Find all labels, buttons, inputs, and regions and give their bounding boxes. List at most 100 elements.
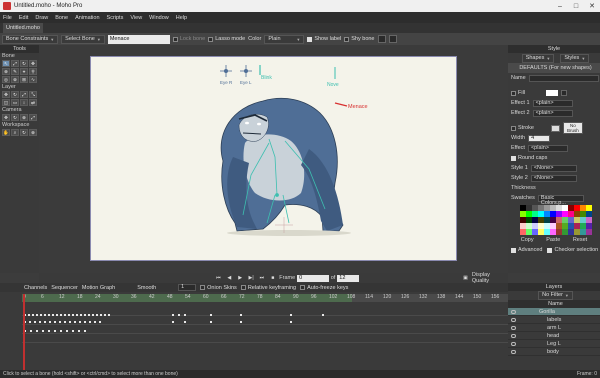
style-name-field[interactable] (528, 74, 599, 82)
total-frames-input[interactable]: 12 (337, 274, 359, 282)
layer-row[interactable]: body (508, 348, 600, 356)
keyframe[interactable] (28, 314, 30, 316)
bone-color-dropdown[interactable]: Plain ▼ (264, 34, 305, 44)
relative-keyframing-checkbox[interactable]: Relative keyframing (240, 285, 296, 291)
effect1-dropdown[interactable]: <plain> (532, 99, 573, 107)
go-to-end-button[interactable]: ⏭ (258, 275, 267, 282)
keyframe[interactable] (49, 321, 51, 323)
keyframe[interactable] (36, 314, 38, 316)
copy-button[interactable]: Copy (521, 237, 534, 243)
keyframe[interactable] (184, 321, 186, 323)
eye-icon[interactable] (511, 318, 516, 322)
layer-row[interactable]: head (508, 332, 600, 340)
keyframe[interactable] (84, 330, 86, 332)
layer-row[interactable]: labels (508, 316, 600, 324)
menace-bone[interactable] (334, 102, 348, 107)
tab-sequencer[interactable]: Sequencer (51, 285, 78, 291)
color-swatch[interactable] (586, 229, 592, 235)
keyframe[interactable] (78, 330, 80, 332)
layer-tool-4-icon[interactable]: ◫ (2, 99, 10, 106)
workspace-tool-3-icon[interactable]: ⊕ (29, 129, 37, 136)
fill-picker-icon[interactable] (561, 90, 568, 96)
keyframe[interactable] (290, 314, 292, 316)
menu-animation[interactable]: Animation (75, 15, 99, 21)
tab-channels[interactable]: Channels (24, 285, 47, 291)
bone-tool-5-icon[interactable]: ✎ (11, 68, 19, 75)
eye-icon[interactable] (511, 350, 516, 354)
onion-skins-checkbox[interactable]: Onion Skins (200, 285, 237, 291)
fill-checkbox[interactable]: Fill (511, 90, 525, 96)
step-field[interactable]: 1 (178, 284, 197, 291)
keyframe[interactable] (39, 321, 41, 323)
gorilla-character[interactable] (220, 97, 351, 236)
layer-tool-5-icon[interactable]: ▭ (11, 99, 19, 106)
keyframe[interactable] (104, 314, 106, 316)
keyframe[interactable] (60, 314, 62, 316)
lock-bone-checkbox[interactable]: Lock bone (172, 36, 205, 42)
timeline-track-3[interactable] (22, 325, 508, 334)
effect2-dropdown[interactable]: <plain> (532, 109, 573, 117)
keyframe[interactable] (52, 314, 54, 316)
keyframe[interactable] (210, 314, 212, 316)
keyframe[interactable] (172, 321, 174, 323)
keyframe[interactable] (290, 321, 292, 323)
layer-tool-0-icon[interactable]: ✥ (2, 91, 10, 98)
stroke-color-swatch[interactable] (550, 124, 560, 132)
close-button[interactable]: ✕ (584, 0, 600, 12)
keyframe[interactable] (240, 314, 242, 316)
tab-motion-graph[interactable]: Motion Graph (82, 285, 115, 291)
keyframe[interactable] (30, 330, 32, 332)
keyframe[interactable] (74, 321, 76, 323)
swatch-grid[interactable] (520, 205, 592, 235)
show-label-checkbox[interactable]: Show label (307, 36, 341, 42)
keyframe[interactable] (94, 321, 96, 323)
keyframe[interactable] (96, 314, 98, 316)
bone-tool-8-icon[interactable]: ◎ (2, 76, 10, 83)
keyframe[interactable] (76, 314, 78, 316)
keyframe[interactable] (48, 314, 50, 316)
layer-row[interactable]: Leg L (508, 340, 600, 348)
advanced-checkbox[interactable]: Advanced (511, 247, 542, 253)
checker-selection-checkbox[interactable]: Checker selection (547, 247, 598, 253)
bone-options-icon[interactable] (377, 35, 386, 43)
step-back-button[interactable]: ◀ (225, 275, 234, 282)
layer-tool-7-icon[interactable]: ⇄ (29, 99, 37, 106)
keyframe[interactable] (172, 314, 174, 316)
workspace-tool-0-icon[interactable]: ✋ (2, 129, 10, 136)
playhead[interactable] (23, 294, 25, 370)
keyframe[interactable] (29, 321, 31, 323)
no-brush-button[interactable]: No Brush (562, 122, 583, 134)
keyframe[interactable] (92, 314, 94, 316)
style2-dropdown[interactable]: <None> (530, 174, 577, 182)
go-to-start-button[interactable]: ⏮ (214, 275, 223, 282)
keyframe[interactable] (66, 330, 68, 332)
swatches-dropdown[interactable]: Basic Colors.p... (537, 194, 584, 205)
keyframe[interactable] (108, 314, 110, 316)
keyframe[interactable] (84, 321, 86, 323)
layer-row[interactable]: arm L (508, 324, 600, 332)
stop-button[interactable]: ■ (268, 275, 277, 282)
keyframe[interactable] (54, 321, 56, 323)
minimize-button[interactable]: – (552, 0, 568, 12)
camera-tool-3-icon[interactable]: ⤢ (29, 114, 37, 121)
keyframe[interactable] (72, 330, 74, 332)
workspace-tool-1-icon[interactable]: ⌕ (11, 129, 19, 136)
keyframe[interactable] (64, 314, 66, 316)
keyframe[interactable] (54, 330, 56, 332)
interpolation-dropdown[interactable]: Smooth (137, 285, 156, 291)
menu-draw[interactable]: Draw (35, 15, 48, 21)
keyframe[interactable] (32, 314, 34, 316)
bone-name-field[interactable]: Menace (107, 34, 170, 44)
keyframe[interactable] (60, 330, 62, 332)
bone-tool-1-icon[interactable]: ⤢ (11, 60, 19, 67)
fill-color-swatch[interactable] (546, 90, 559, 96)
bone-tool-7-icon[interactable]: ⚲ (29, 68, 37, 75)
keyframe[interactable] (36, 330, 38, 332)
timeline-ruler[interactable]: 0612182430364248546066727884909610210811… (22, 294, 508, 302)
keyframe[interactable] (178, 314, 180, 316)
camera-tool-1-icon[interactable]: ↻ (11, 114, 19, 121)
keyframe[interactable] (89, 321, 91, 323)
keyframe[interactable] (80, 314, 82, 316)
layer-tool-2-icon[interactable]: ⤢ (20, 91, 28, 98)
menu-view[interactable]: View (130, 15, 142, 21)
